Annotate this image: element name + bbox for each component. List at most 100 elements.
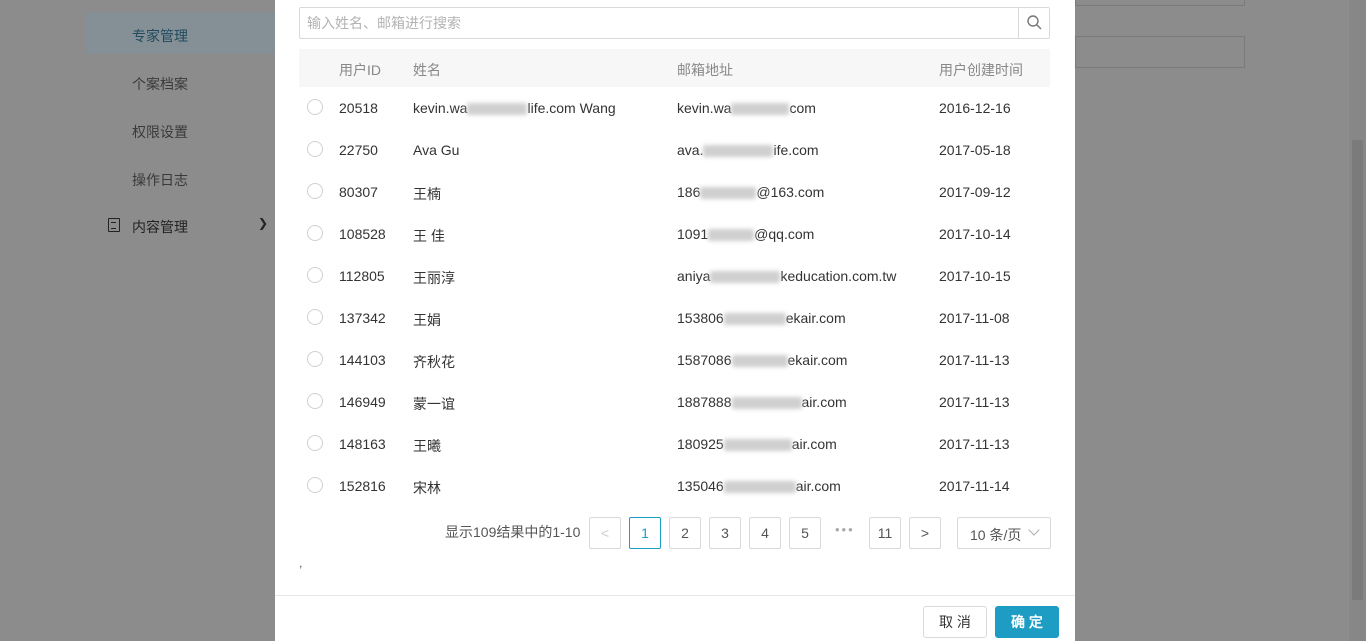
row-created-date: 2017-11-13 (939, 394, 1010, 410)
row-user-id: 22750 (339, 142, 378, 158)
row-user-id: 152816 (339, 478, 386, 494)
row-email: 1887888 air.com (677, 394, 847, 410)
row-email-part: aniya (677, 268, 711, 284)
column-header-created: 用户创建时间 (939, 62, 1023, 78)
row-email-part: keducation.com.tw (780, 268, 897, 284)
row-created-date: 2017-09-12 (939, 184, 1011, 200)
pagination-page-2[interactable]: 2 (669, 517, 701, 549)
row-email-part: 1587086 (677, 352, 732, 368)
redaction-blur (723, 313, 786, 326)
row-user-id: 137342 (339, 310, 386, 326)
row-email-part: ife.com (773, 142, 819, 158)
row-email: aniya keducation.com.tw (677, 268, 896, 284)
row-email-part: air.com (791, 436, 837, 452)
row-radio[interactable] (307, 141, 323, 157)
row-radio[interactable] (307, 435, 323, 451)
table-row[interactable]: 148163 王曦 180925 air.com 2017-11-13 (299, 423, 1050, 465)
pagination-ellipsis[interactable]: ••• (835, 522, 855, 537)
row-user-id: 146949 (339, 394, 386, 410)
row-user-id: 144103 (339, 352, 386, 368)
redaction-blur (710, 271, 781, 284)
table-row[interactable]: 108528 王 佳 1091 @qq.com 2017-10-14 (299, 213, 1050, 255)
pagination-page-1[interactable]: 1 (629, 517, 661, 549)
table-row[interactable]: 144103 齐秋花 1587086 ekair.com 2017-11-13 (299, 339, 1050, 381)
page-size-value: 10 条/页 (970, 527, 1022, 543)
redaction-blur (731, 397, 802, 410)
table-row[interactable]: 80307 王楠 186 @163.com 2017-09-12 (299, 171, 1050, 213)
row-created-date: 2017-10-15 (939, 268, 1011, 284)
row-user-id: 108528 (339, 226, 386, 242)
row-name-part: 王丽淳 (413, 270, 455, 286)
pagination-page-5[interactable]: 5 (789, 517, 821, 549)
row-email: 153806 ekair.com (677, 310, 846, 326)
pagination-page-3[interactable]: 3 (709, 517, 741, 549)
row-radio[interactable] (307, 477, 323, 493)
sidebar-item-permission-settings[interactable]: 权限设置 (132, 122, 188, 142)
row-email-part: 186 (677, 184, 701, 200)
row-radio[interactable] (307, 351, 323, 367)
table-header: 用户ID 姓名 邮箱地址 用户创建时间 (299, 49, 1050, 87)
row-email: ava. ife.com (677, 142, 819, 158)
row-radio[interactable] (307, 225, 323, 241)
document-icon (108, 218, 120, 232)
table-row[interactable]: 137342 王娟 153806 ekair.com 2017-11-08 (299, 297, 1050, 339)
redaction-blur (467, 103, 528, 116)
search-input[interactable] (300, 8, 1019, 38)
row-created-date: 2017-11-14 (939, 478, 1010, 494)
row-name-part: 王曦 (413, 438, 441, 454)
pagination-prev-button[interactable]: < (589, 517, 621, 549)
row-created-date: 2017-11-13 (939, 352, 1010, 368)
redaction-blur (703, 145, 774, 158)
row-email: kevin.wa com (677, 100, 816, 116)
sidebar-group-content-management[interactable]: 内容管理 ❯ (108, 216, 268, 236)
pagination-page-4[interactable]: 4 (749, 517, 781, 549)
redaction-blur (731, 103, 790, 116)
row-email-part: kevin.wa (677, 100, 732, 116)
row-user-id: 20518 (339, 100, 378, 116)
page-scrollbar[interactable] (1349, 0, 1366, 641)
row-radio[interactable] (307, 99, 323, 115)
row-name-part: 蒙一谊 (413, 396, 455, 412)
row-name-part: 王娟 (413, 312, 441, 328)
column-header-email: 邮箱地址 (677, 62, 733, 78)
redaction-blur (700, 187, 757, 200)
redaction-blur (731, 355, 788, 368)
row-created-date: 2016-12-16 (939, 100, 1011, 116)
row-email-part: 1091 (677, 226, 709, 242)
row-user-id: 112805 (339, 268, 385, 284)
row-radio[interactable] (307, 267, 323, 283)
table-row[interactable]: 20518 kevin.wa life.com Wang kevin.wa com 201… (299, 87, 1050, 129)
table-row[interactable]: 112805 王丽淳 aniya keducation.com.tw 2017-10-1… (299, 255, 1050, 297)
row-radio[interactable] (307, 393, 323, 409)
row-email-part: 135046 (677, 478, 724, 494)
page-size-select[interactable]: 10 条/页 (957, 517, 1051, 549)
sidebar-item-case-archive[interactable]: 个案档案 (132, 74, 188, 94)
table-row[interactable]: 22750 Ava Gu ava. ife.com 2017-05-18 (299, 129, 1050, 171)
sidebar-item-expert-management[interactable]: 专家管理 (132, 26, 188, 46)
column-header-name: 姓名 (413, 62, 441, 78)
pagination-page-last[interactable]: 11 (869, 517, 901, 549)
cancel-button[interactable]: 取 消 (923, 606, 987, 638)
table-row[interactable]: 152816 宋林 135046 air.com 2017-11-14 (299, 465, 1050, 507)
confirm-button[interactable]: 确 定 (995, 606, 1059, 638)
search-box (299, 7, 1050, 39)
row-name: 宋林 (413, 478, 441, 498)
row-name-part: 王楠 (413, 186, 441, 202)
row-radio[interactable] (307, 309, 323, 325)
row-radio[interactable] (307, 183, 323, 199)
pagination-info: 显示109结果中的1-10 (445, 524, 581, 540)
table-row[interactable]: 146949 蒙一谊 1887888 air.com 2017-11-13 (299, 381, 1050, 423)
row-created-date: 2017-11-08 (939, 310, 1010, 326)
user-select-modal: 用户ID 姓名 邮箱地址 用户创建时间 20518 kevin.wa life.co… (275, 0, 1075, 641)
background-input-top (1075, 0, 1245, 6)
sidebar-item-operation-log[interactable]: 操作日志 (132, 170, 188, 190)
row-name: 王娟 (413, 310, 441, 330)
row-name: 齐秋花 (413, 352, 455, 372)
search-button[interactable] (1018, 8, 1049, 38)
row-name-part: 王 佳 (413, 228, 445, 244)
row-email-part: 180925 (677, 436, 724, 452)
pagination-next-button[interactable]: > (909, 517, 941, 549)
row-email-part: air.com (801, 394, 847, 410)
scrollbar-thumb[interactable] (1352, 140, 1363, 600)
row-email: 1587086 ekair.com (677, 352, 847, 368)
